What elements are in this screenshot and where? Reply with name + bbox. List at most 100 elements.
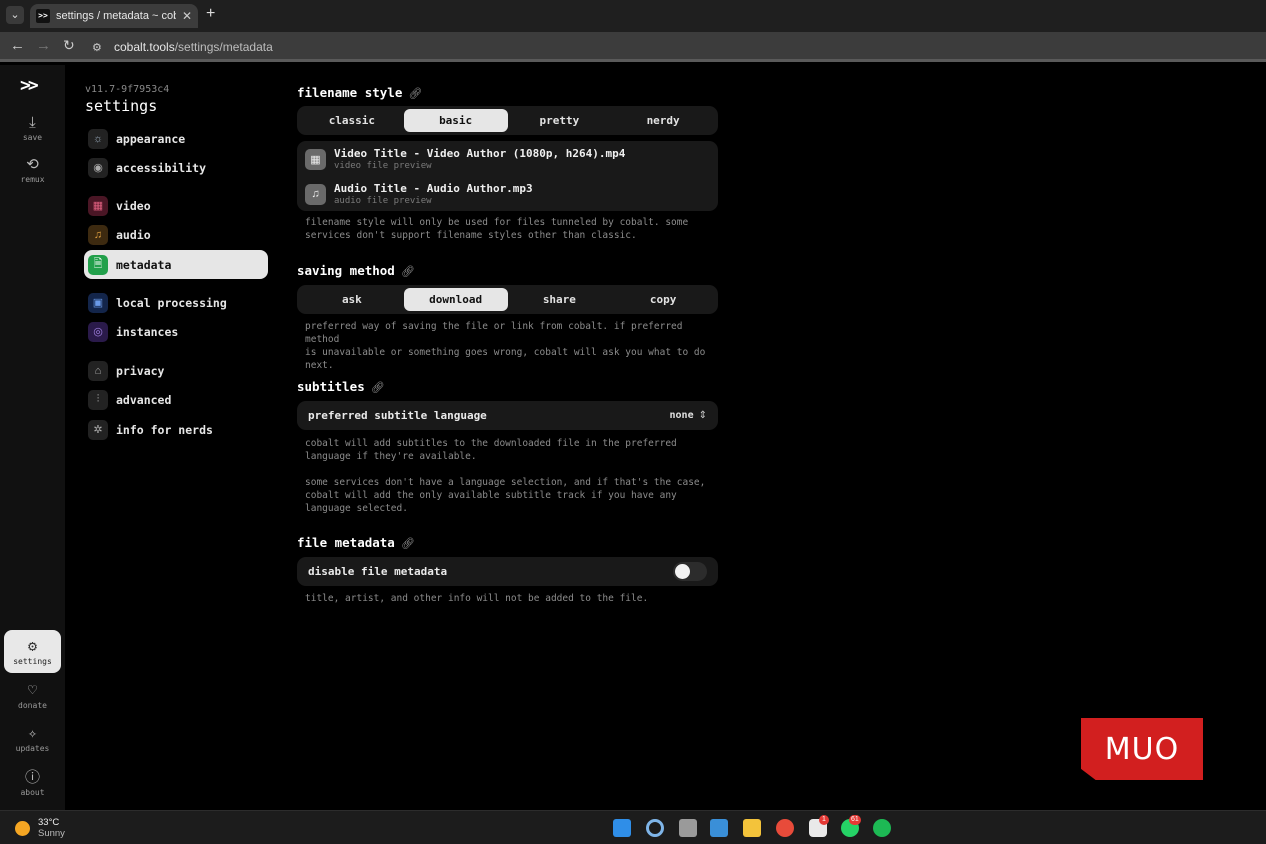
saving-option-ask[interactable]: ask: [300, 288, 404, 311]
weather-condition: Sunny: [38, 828, 65, 839]
link-icon[interactable]: 🔗︎: [401, 265, 415, 278]
link-icon[interactable]: 🔗︎: [401, 537, 415, 550]
filename-option-basic[interactable]: basic: [403, 109, 508, 132]
nav-item-audio[interactable]: ♫ audio: [84, 220, 268, 249]
windows-start-icon[interactable]: [613, 819, 631, 837]
rail-item-donate[interactable]: ♡ donate: [4, 681, 61, 711]
cobalt-favicon: >>: [36, 9, 50, 23]
url-field[interactable]: cobalt.tools/settings/metadata: [114, 40, 273, 54]
nav-label: privacy: [116, 363, 165, 378]
back-icon[interactable]: ←: [10, 37, 25, 54]
settings-nav: v11.7-9f7953c4 settings ☼ appearance ◉ a…: [65, 65, 280, 810]
toggle-knob: [675, 564, 690, 579]
sliders-icon: ⫶: [88, 389, 108, 410]
disable-metadata-label: disable file metadata: [308, 565, 448, 578]
whatsapp-badge: 61: [849, 815, 861, 825]
saving-option-share[interactable]: share: [508, 288, 612, 311]
description-line: filename style will only be used for fil…: [305, 217, 689, 228]
saving-option-download[interactable]: download: [403, 288, 508, 311]
rail-item-save[interactable]: ⤓ save: [4, 113, 61, 143]
section-title-saving-method: saving method 🔗︎: [297, 263, 415, 278]
settings-title: settings: [85, 97, 158, 115]
bug-icon: ✲: [88, 419, 108, 440]
nav-label: advanced: [116, 392, 172, 407]
rail-label-updates: updates: [15, 744, 50, 753]
nav-item-advanced[interactable]: ⫶ advanced: [84, 385, 268, 414]
rail-item-settings[interactable]: ⚙ settings: [4, 630, 61, 673]
forward-icon[interactable]: →: [36, 37, 51, 54]
subtitles-description: cobalt will add subtitles to the downloa…: [305, 437, 715, 515]
subtitle-language-label: preferred subtitle language: [308, 409, 487, 422]
nav-label: metadata: [116, 257, 172, 272]
browser-tab-bar: ⌄ >> settings / metadata ~ cobalt ✕ +: [0, 0, 1266, 32]
spotify-icon[interactable]: [873, 819, 891, 837]
section-title-text: filename style: [297, 85, 403, 100]
remux-icon: ⟲: [26, 155, 39, 173]
section-title-text: subtitles: [297, 379, 365, 394]
nav-item-video[interactable]: ▦ video: [84, 191, 268, 220]
nav-label: instances: [116, 324, 179, 339]
store-icon[interactable]: [710, 819, 728, 837]
rail-label-about: about: [20, 788, 45, 797]
filename-option-nerdy[interactable]: nerdy: [611, 109, 715, 132]
filename-option-pretty[interactable]: pretty: [508, 109, 612, 132]
cobalt-logo[interactable]: >>: [20, 75, 39, 96]
description-line: services don't support filename styles o…: [305, 230, 637, 241]
chevron-updown-icon: ⇕: [698, 410, 707, 421]
nav-item-privacy[interactable]: ⌂ privacy: [84, 356, 268, 385]
nav-item-metadata[interactable]: 🗎 metadata: [84, 250, 268, 279]
heart-icon: ♡: [27, 681, 38, 699]
filename-style-description: filename style will only be used for fil…: [305, 216, 715, 242]
video-preview-row: ▦ Video Title - Video Author (1080p, h26…: [305, 147, 625, 171]
description-line: cobalt will add subtitles to the downloa…: [305, 438, 677, 449]
saving-option-copy[interactable]: copy: [611, 288, 715, 311]
tab-search-button[interactable]: ⌄: [6, 6, 24, 24]
description-line: title, artist, and other info will not b…: [305, 593, 649, 604]
close-tab-icon[interactable]: ✕: [182, 9, 192, 23]
link-icon[interactable]: 🔗︎: [408, 87, 422, 100]
description-line: language selected.: [305, 503, 408, 514]
description-line: is unavailable or something goes wrong, …: [305, 347, 706, 358]
rail-item-updates[interactable]: ✧ updates: [4, 724, 61, 754]
nav-item-info-for-nerds[interactable]: ✲ info for nerds: [84, 415, 268, 444]
video-preview-sub: video file preview: [334, 161, 432, 171]
rail-label-save: save: [22, 133, 43, 142]
film-icon: ▦: [88, 195, 108, 216]
sun-icon: [15, 820, 30, 836]
filename-option-classic[interactable]: classic: [300, 109, 404, 132]
nav-item-appearance[interactable]: ☼ appearance: [84, 124, 268, 153]
audio-preview-name: Audio Title - Audio Author.mp3: [334, 182, 533, 195]
disable-metadata-row[interactable]: disable file metadata: [297, 557, 718, 586]
disable-metadata-toggle[interactable]: [673, 562, 707, 581]
subtitle-language-select[interactable]: preferred subtitle language none ⇕: [297, 401, 718, 430]
description-line: preferred way of saving the file or link…: [305, 321, 683, 345]
rail-item-about[interactable]: ⓘ about: [4, 768, 61, 798]
description-line: language if they're available.: [305, 451, 477, 462]
new-tab-button[interactable]: +: [206, 5, 215, 23]
audio-preview-row: ♫ Audio Title - Audio Author.mp3 audio f…: [305, 182, 533, 206]
url-path: /settings/metadata: [174, 40, 273, 54]
sun-icon: ☼: [88, 128, 108, 149]
file-explorer-icon[interactable]: [743, 819, 761, 837]
task-view-icon[interactable]: [679, 819, 697, 837]
chrome-icon[interactable]: [776, 819, 794, 837]
info-icon: ⓘ: [24, 768, 40, 786]
link-icon[interactable]: 🔗︎: [371, 381, 385, 394]
section-title-text: file metadata: [297, 535, 395, 550]
browser-tab[interactable]: >> settings / metadata ~ cobalt ✕: [30, 4, 198, 28]
tab-title: settings / metadata ~ cobalt: [56, 10, 176, 22]
reload-icon[interactable]: ↻: [63, 37, 75, 54]
os-taskbar: 33°C Sunny 1 61: [0, 810, 1266, 844]
rail-label-settings: settings: [13, 657, 52, 666]
slack-badge: 1: [819, 815, 829, 825]
nav-item-instances[interactable]: ◎ instances: [84, 317, 268, 346]
rail-item-remux[interactable]: ⟲ remux: [4, 155, 61, 185]
section-title-file-metadata: file metadata 🔗︎: [297, 535, 415, 550]
nav-item-accessibility[interactable]: ◉ accessibility: [84, 153, 268, 182]
weather-widget[interactable]: 33°C Sunny: [15, 817, 65, 839]
site-info-icon[interactable]: ⚙: [92, 41, 102, 54]
filename-preview: ▦ Video Title - Video Author (1080p, h26…: [297, 141, 718, 211]
nav-item-local-processing[interactable]: ▣ local processing: [84, 288, 268, 317]
search-icon[interactable]: [646, 819, 664, 837]
